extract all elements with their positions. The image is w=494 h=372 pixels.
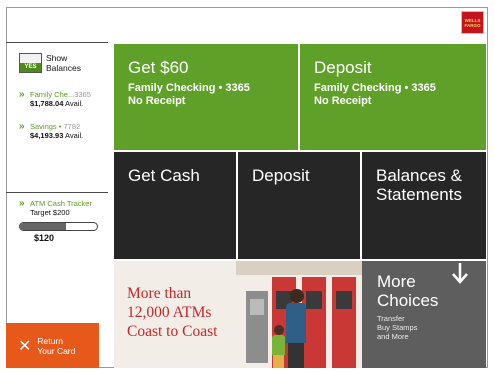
show-balances-toggle[interactable]: YES Show Balances [19,53,81,73]
list-item: Transfer [377,314,405,323]
fast-cash-note: No Receipt [128,95,186,107]
fast-deposit-note: No Receipt [314,95,372,107]
fast-cash-button[interactable]: Get $60 Family Checking • 3365 No Receip… [114,44,298,150]
tracker-target: Target $200 [30,208,70,217]
account-number: 7782 [63,122,81,131]
sidebar-divider-middle [6,192,108,193]
chevron-right-icon: » [19,198,25,209]
chevron-right-icon: » [19,89,25,100]
fast-deposit-account: Family Checking • 3365 [314,82,436,94]
tracker-title: ATM Cash Tracker [30,199,92,208]
return-card-button[interactable]: ✕ Return Your Card [6,323,99,368]
arrow-down-icon [452,263,468,284]
deposit-title: Deposit [252,166,310,185]
more-choices-title: More Choices [377,272,439,310]
list-item: Buy Stamps [377,323,418,332]
toggle-state: YES [20,63,41,72]
list-item: and More [377,332,409,341]
sidebar-divider-top [6,42,108,43]
fast-deposit-title: Deposit [314,58,372,77]
account-balance: $1,788.04 Avail. [30,99,84,108]
bank-logo: WELLS FARGO [461,11,484,34]
balances-title: Balances & Statements [376,166,462,204]
account-name: Family Che...3365 [30,90,91,99]
tracker-progress-bar [19,222,98,231]
toggle-label: Show Balances [46,53,81,73]
return-card-label: Return Your Card [37,335,76,356]
get-cash-button[interactable]: Get Cash [114,152,236,259]
chevron-right-icon: » [19,121,25,132]
fast-cash-account: Family Checking • 3365 [128,82,250,94]
more-choices-list: Transfer Buy Stamps and More [377,314,417,341]
account-balance: $4,193.93 Avail. [30,131,84,140]
tracker-amount: $120 [34,233,55,243]
fast-cash-title: Get $60 [128,58,189,77]
promo-banner: More than 12,000 ATMs Coast to Coast [114,261,362,368]
fast-deposit-button[interactable]: Deposit Family Checking • 3365 No Receip… [300,44,486,150]
close-icon: ✕ [18,337,32,355]
toggle-switch[interactable]: YES [19,53,42,73]
get-cash-title: Get Cash [128,166,200,185]
more-choices-button[interactable]: More Choices Transfer Buy Stamps and Mor… [362,261,486,368]
promo-text: More than 12,000 ATMs Coast to Coast [127,285,218,340]
deposit-button[interactable]: Deposit [238,152,360,259]
account-name: Savings • 7782 [30,122,81,131]
balances-statements-button[interactable]: Balances & Statements [362,152,486,259]
toggle-label-line2: Balances [46,63,81,73]
tracker-progress-fill [20,223,67,230]
account-number: 3365 [74,90,91,99]
toggle-label-line1: Show [46,53,68,63]
